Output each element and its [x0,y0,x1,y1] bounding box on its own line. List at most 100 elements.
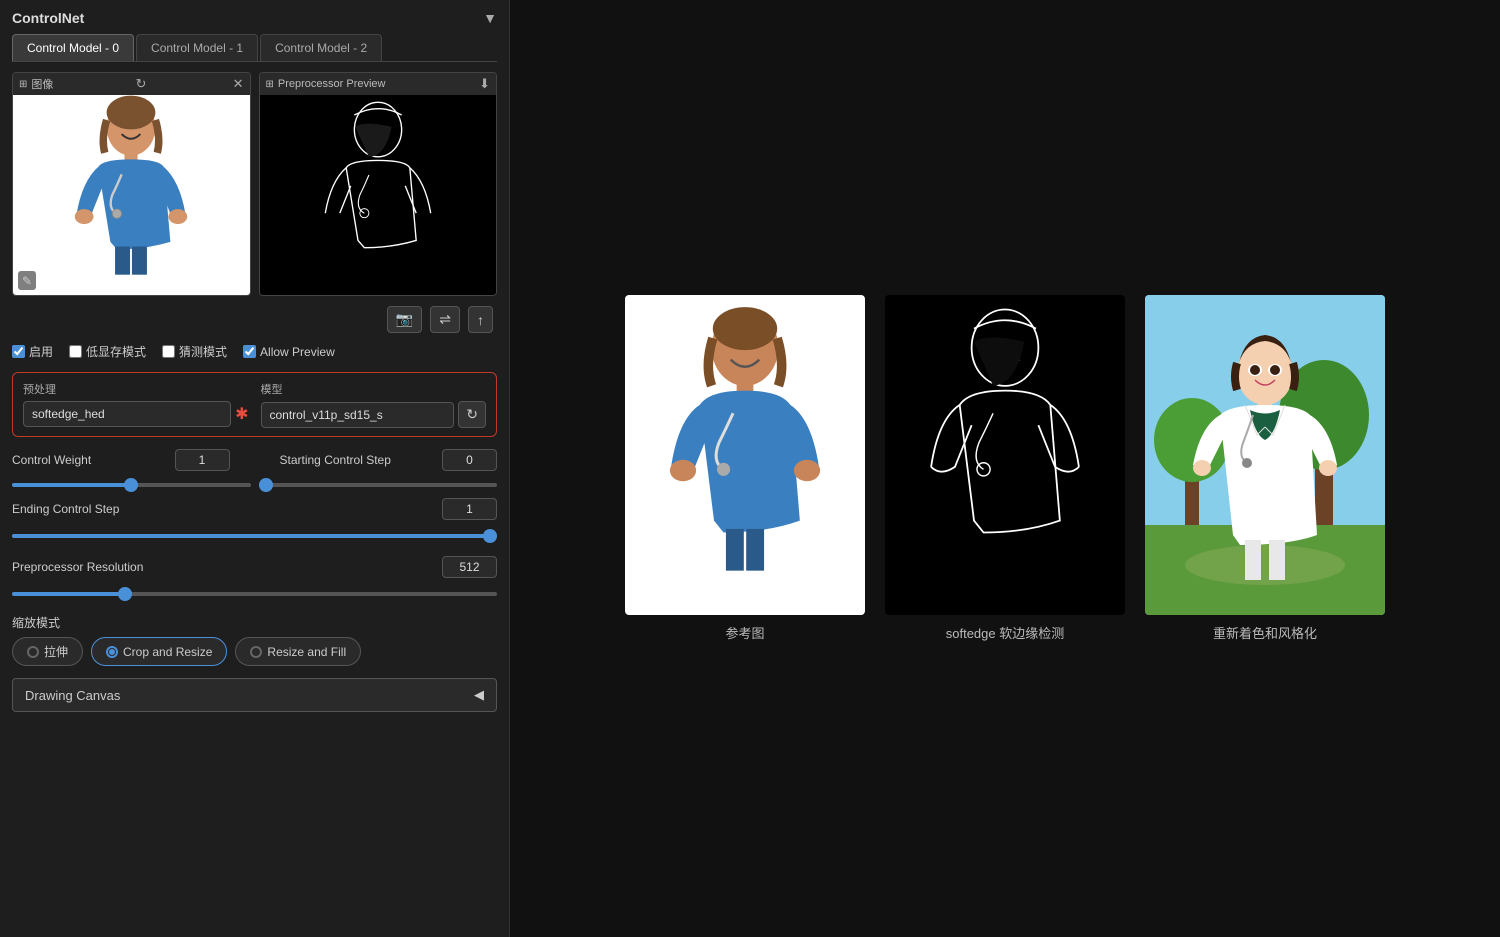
output-anime-bg [1145,295,1385,615]
model-select-row: control_v11p_sd15_s control_v11p_sd15_ca… [261,401,487,428]
enable-checkbox[interactable] [12,345,25,358]
preprocessor-resolution-row: Preprocessor Resolution [12,556,497,578]
scale-stretch-btn[interactable]: 拉伸 [12,637,83,666]
preprocessor-preview-content [260,95,497,295]
model-refresh-btn[interactable]: ↻ [458,401,486,428]
guess-mode-label: 猜测模式 [179,343,227,360]
ending-step-slider[interactable] [12,534,497,538]
edge-detection-svg [303,95,453,295]
output-col-anime: 重新着色和风格化 [1145,295,1385,642]
preprocessor-resolution-value[interactable] [442,556,497,578]
edit-image-icon[interactable]: ✎ [18,271,36,290]
control-weight-slider-container [12,475,251,490]
panel-header: ControlNet ▼ [12,10,497,26]
output-col-edge: softedge 软边缘检测 [885,295,1125,642]
panel-title: ControlNet [12,10,84,26]
upload-action-btn[interactable]: ↑ [468,306,493,333]
low-vram-checkbox[interactable] [69,345,82,358]
preproc-model-row: 预处理 softedge_hed canny depth openpose no… [23,381,486,428]
camera-action-btn[interactable]: 📷 [387,306,422,333]
drawing-canvas-section[interactable]: Drawing Canvas ◀ [12,678,497,712]
model-section-label: 模型 [261,381,487,397]
scale-resize-fill-label: Resize and Fill [267,645,346,659]
enable-label: 启用 [29,343,53,360]
scale-crop-resize-btn[interactable]: Crop and Resize [91,637,227,666]
starting-step-label: Starting Control Step [280,453,443,467]
allow-preview-checkbox-item[interactable]: Allow Preview [243,345,335,359]
output-reference-img [625,295,865,615]
scale-resize-fill-radio [250,646,262,658]
nurse-illustration-svg [56,95,206,295]
output-edge-bg [885,295,1125,615]
control-weight-value-section [175,449,280,471]
preprocessor-col: 预处理 softedge_hed canny depth openpose no… [23,381,249,428]
input-image-box: ⊞ 图像 ↻ ✕ [12,72,251,296]
scale-mode-label: 缩放模式 [12,614,497,631]
close-input-icon[interactable]: ✕ [233,76,244,92]
guess-mode-checkbox[interactable] [162,345,175,358]
allow-preview-label: Allow Preview [260,345,335,359]
weight-starting-labels: Control Weight Starting Control Step [12,449,497,471]
scale-mode-buttons: 拉伸 Crop and Resize Resize and Fill [12,637,497,666]
output-anime-svg [1145,295,1385,615]
ending-step-row: Ending Control Step [12,498,497,520]
preprocessor-select-row: softedge_hed canny depth openpose none ✱ [23,401,249,427]
input-image-header: ⊞ 图像 ↻ ✕ [13,73,250,95]
output-edge-img [885,295,1125,615]
output-edge-caption: softedge 软边缘检测 [946,623,1065,642]
preprocessor-resolution-slider[interactable] [12,592,497,596]
output-anime-img [1145,295,1385,615]
ending-step-section: Ending Control Step [12,498,497,546]
scale-mode-section: 缩放模式 拉伸 Crop and Resize Resize and Fill [12,614,497,666]
preprocessor-dropdown[interactable]: softedge_hed canny depth openpose none [23,401,231,427]
scale-stretch-label: 拉伸 [44,643,68,660]
preprocessor-preview-label: Preprocessor Preview [278,78,386,90]
output-edge-svg [905,300,1105,610]
control-weight-value[interactable] [175,449,230,471]
output-anime-caption: 重新着色和风格化 [1213,623,1317,642]
right-panel: 参考图 [510,0,1500,937]
checkboxes-row: 启用 低显存模式 猜测模式 Allow Preview [12,343,497,360]
swap-action-btn[interactable]: ⇌ [430,306,460,333]
tab-control-model-1[interactable]: Control Model - 1 [136,34,258,61]
starting-step-slider[interactable] [259,483,498,487]
ending-step-value[interactable] [442,498,497,520]
star-button[interactable]: ✱ [235,404,248,424]
scale-crop-resize-radio [106,646,118,658]
enable-checkbox-item[interactable]: 启用 [12,343,53,360]
model-dropdown[interactable]: control_v11p_sd15_s control_v11p_sd15_ca… [261,402,455,428]
control-weight-slider[interactable] [12,483,251,487]
output-nurse-svg [645,300,845,610]
low-vram-checkbox-item[interactable]: 低显存模式 [69,343,146,360]
drawing-canvas-label: Drawing Canvas [25,688,120,703]
low-vram-label: 低显存模式 [86,343,146,360]
output-reference-caption: 参考图 [725,623,764,642]
left-panel: ControlNet ▼ Control Model - 0 Control M… [0,0,510,937]
preprocessor-resolution-label: Preprocessor Resolution [12,560,143,574]
tabs-container: Control Model - 0 Control Model - 1 Cont… [12,34,497,62]
download-preview-icon[interactable]: ⬇ [479,76,490,92]
model-col: 模型 control_v11p_sd15_s control_v11p_sd15… [261,381,487,428]
weight-starting-block: Control Weight Starting Control Step [12,449,497,490]
starting-step-value[interactable] [442,449,497,471]
scale-stretch-radio [27,646,39,658]
action-buttons-row: 📷 ⇌ ↑ [12,306,497,333]
drawing-canvas-icon: ◀ [474,687,484,703]
refresh-input-icon[interactable]: ↻ [136,76,147,92]
output-images-container: 参考图 [625,295,1385,642]
preprocessor-section-label: 预处理 [23,381,249,397]
ending-step-label: Ending Control Step [12,502,142,516]
preprocessor-resolution-section: Preprocessor Resolution [12,556,497,604]
scale-resize-fill-btn[interactable]: Resize and Fill [235,637,361,666]
output-col-reference: 参考图 [625,295,865,642]
guess-mode-checkbox-item[interactable]: 猜测模式 [162,343,227,360]
scale-crop-resize-label: Crop and Resize [123,645,212,659]
dual-sliders-row [12,475,497,490]
panel-toggle-icon[interactable]: ▼ [483,10,497,26]
tab-control-model-2[interactable]: Control Model - 2 [260,34,382,61]
preprocessor-preview-box: ⊞ Preprocessor Preview ⬇ [259,72,498,296]
allow-preview-checkbox[interactable] [243,345,256,358]
tab-control-model-0[interactable]: Control Model - 0 [12,34,134,61]
starting-step-slider-container [259,475,498,490]
preprocessor-model-section: 预处理 softedge_hed canny depth openpose no… [12,372,497,437]
